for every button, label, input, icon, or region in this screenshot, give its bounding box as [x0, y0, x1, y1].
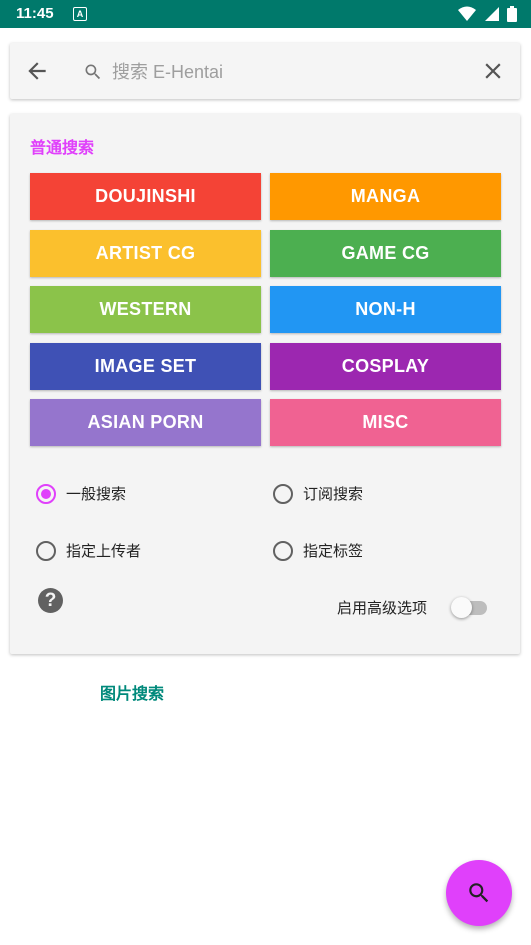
switch-thumb — [451, 597, 472, 618]
search-fab[interactable] — [446, 860, 512, 926]
radio-subscription-search[interactable]: 订阅搜索 — [273, 483, 363, 504]
status-icons — [455, 6, 517, 22]
notification-icon: A — [73, 7, 87, 21]
category-manga[interactable]: MANGA — [270, 173, 501, 220]
category-western[interactable]: WESTERN — [30, 286, 261, 333]
category-game-cg[interactable]: GAME CG — [270, 230, 501, 277]
category-label: MANGA — [350, 186, 421, 206]
radio-circle — [273, 540, 293, 561]
radio-label: 指定标签 — [303, 542, 364, 560]
search-bar — [10, 43, 520, 99]
category-label: ASIAN PORN — [87, 412, 204, 432]
radio-uploader-search[interactable]: 指定上传者 — [36, 540, 141, 561]
category-label: ARTIST CG — [95, 243, 196, 263]
category-asian-porn[interactable]: ASIAN PORN — [30, 399, 261, 446]
advanced-options-switch[interactable] — [451, 596, 489, 618]
back-button[interactable] — [24, 58, 50, 84]
clear-button[interactable] — [480, 58, 506, 84]
radio-circle — [36, 540, 56, 561]
status-time: 11:45 — [16, 5, 54, 22]
radio-circle — [273, 483, 293, 504]
image-search-link[interactable]: 图片搜索 — [100, 680, 164, 704]
arrow-left-icon — [28, 62, 46, 80]
close-icon — [485, 63, 501, 79]
radio-circle — [36, 483, 56, 504]
category-label: DOUJINSHI — [95, 186, 196, 206]
search-icon — [83, 62, 103, 82]
category-label: GAME CG — [341, 243, 430, 263]
advanced-options-label: 启用高级选项 — [337, 599, 428, 617]
search-icon — [469, 883, 489, 903]
category-artist-cg[interactable]: ARTIST CG — [30, 230, 261, 277]
radio-label: 一般搜索 — [66, 485, 127, 503]
search-input[interactable] — [110, 57, 474, 87]
radio-tag-search[interactable]: 指定标签 — [273, 540, 363, 561]
category-cosplay[interactable]: COSPLAY — [270, 343, 501, 390]
radio-label: 指定上传者 — [66, 542, 142, 560]
status-bar: 11:45 A — [0, 0, 531, 28]
category-label: MISC — [362, 412, 409, 432]
wifi-icon — [457, 6, 476, 21]
normal-search-card: 普通搜索 DOUJINSHI MANGA ARTIST CG GAME CG W… — [10, 114, 520, 654]
category-misc[interactable]: MISC — [270, 399, 501, 446]
section-title: 普通搜索 — [30, 138, 95, 157]
radio-normal-search[interactable]: 一般搜索 — [36, 483, 126, 504]
category-non-h[interactable]: NON-H — [270, 286, 501, 333]
category-label: NON-H — [355, 299, 416, 319]
category-doujinshi[interactable]: DOUJINSHI — [30, 173, 261, 220]
battery-icon — [507, 6, 517, 22]
help-icon[interactable]: ? — [38, 588, 63, 613]
category-label: IMAGE SET — [94, 356, 197, 376]
category-label: WESTERN — [99, 299, 192, 319]
category-label: COSPLAY — [341, 356, 430, 376]
signal-icon — [484, 7, 499, 21]
category-image-set[interactable]: IMAGE SET — [30, 343, 261, 390]
radio-label: 订阅搜索 — [303, 485, 364, 503]
